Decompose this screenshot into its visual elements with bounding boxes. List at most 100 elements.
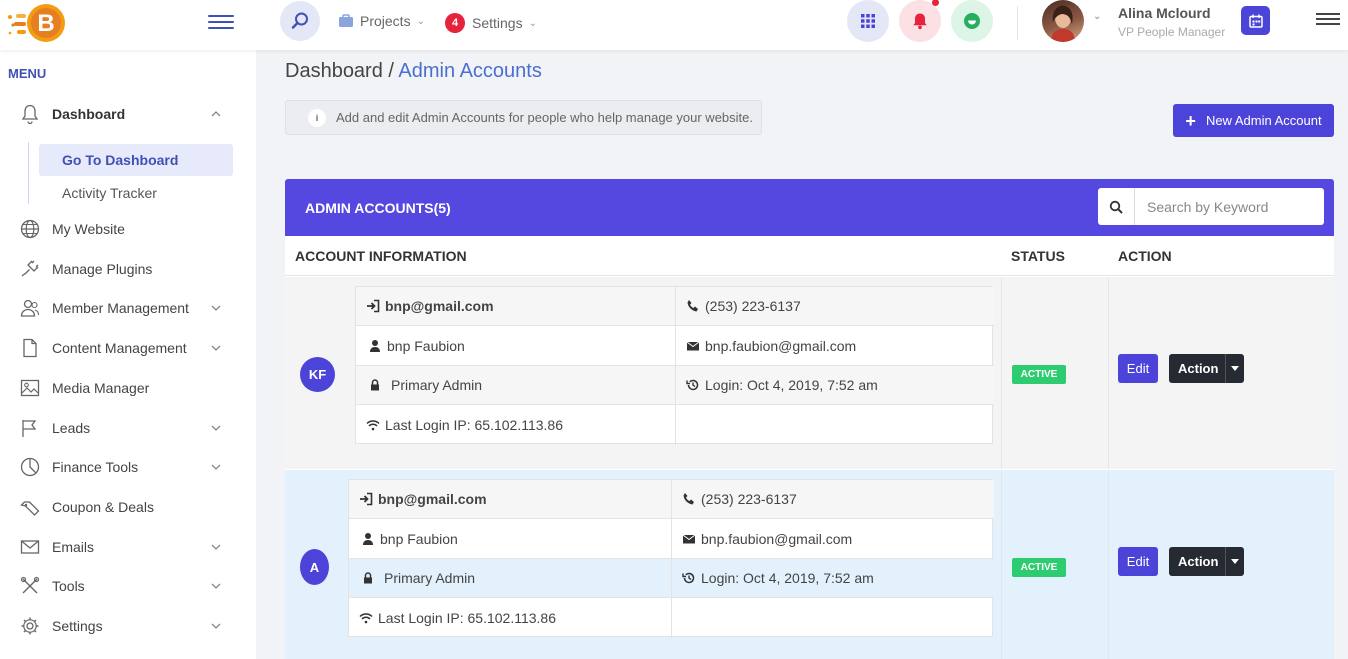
sign-in-icon [367, 299, 380, 313]
info-icon: i [308, 108, 326, 127]
user-menu-chevron-icon[interactable]: ⌄ [1093, 11, 1101, 22]
sidebar-item-my-website[interactable]: My Website [0, 211, 256, 247]
search-box [1098, 188, 1324, 225]
tag-icon [20, 501, 40, 516]
username-cell: bnp@gmail.com [356, 287, 675, 326]
bell-icon [21, 104, 39, 124]
sidebar-item-dashboard[interactable]: Dashboard [0, 96, 256, 132]
search-button[interactable] [280, 1, 320, 41]
sidebar-toggle-button[interactable] [208, 11, 234, 31]
search-icon [291, 12, 308, 29]
role-cell: Primary Admin [356, 366, 675, 405]
sidebar-item-content-management[interactable]: Content Management [0, 330, 256, 366]
phone-cell: (253) 223-6137 [672, 480, 994, 519]
mail-icon [20, 540, 40, 554]
chevron-up-icon [211, 111, 221, 117]
nav-projects[interactable]: Projects ⌄ [338, 13, 425, 29]
caret-down-icon[interactable] [1225, 547, 1244, 576]
wifi-icon [366, 419, 380, 430]
notifications-button[interactable] [899, 0, 941, 42]
ip-cell: Last Login IP: 65.102.113.86 [356, 405, 675, 444]
tools-icon [20, 576, 40, 594]
apps-button[interactable] [847, 0, 889, 42]
role-cell: Primary Admin [349, 559, 671, 598]
top-bar: B Projects ⌄ 4 Settings ⌄ ⌄ Alina Mclour… [0, 0, 1348, 50]
user-name[interactable]: Alina Mclourd [1118, 5, 1211, 21]
flag-icon [22, 420, 37, 437]
smile-icon [964, 13, 980, 29]
breadcrumb-root[interactable]: Dashboard [285, 60, 383, 82]
username-cell: bnp@gmail.com [349, 480, 671, 519]
email-cell: bnp.faubion@gmail.com [672, 520, 994, 559]
sidebar-item-leads[interactable]: Leads [0, 410, 256, 446]
chevron-down-icon: ⌄ [416, 15, 425, 27]
status-badge: ACTIVE [1012, 558, 1066, 577]
sidebar: MENU Dashboard Go To Dashboard Activity … [0, 50, 256, 659]
email-cell: bnp.faubion@gmail.com [676, 327, 994, 366]
column-header-account-information: ACCOUNT INFORMATION [295, 248, 467, 264]
breadcrumb-current: Admin Accounts [398, 60, 542, 82]
phone-icon [683, 493, 694, 505]
sidebar-item-settings[interactable]: Settings [0, 608, 256, 644]
user-icon [363, 533, 373, 545]
users-icon [20, 299, 40, 317]
last-login-cell: Login: Oct 4, 2019, 7:52 am [676, 366, 994, 405]
user-role: VP People Manager [1118, 25, 1226, 39]
brand-logo[interactable]: B [8, 2, 70, 44]
sidebar-item-tools[interactable]: Tools [0, 568, 256, 604]
table-header: ACCOUNT INFORMATION STATUS ACTION [285, 236, 1334, 276]
notification-dot [932, 0, 939, 6]
bell-icon [913, 13, 927, 30]
info-text: Add and edit Admin Accounts for people w… [336, 110, 753, 125]
edit-button[interactable]: Edit [1118, 547, 1158, 576]
briefcase-icon [339, 14, 353, 27]
menu-title: MENU [8, 66, 47, 81]
envelope-icon [682, 534, 696, 544]
name-cell: bnp Faubion [356, 327, 675, 366]
user-icon [370, 340, 380, 352]
sign-in-icon [360, 492, 373, 506]
sidebar-item-emails[interactable]: Emails [0, 529, 256, 565]
chevron-down-icon: ⌄ [528, 17, 537, 29]
sidebar-item-manage-plugins[interactable]: Manage Plugins [0, 251, 256, 287]
status-badge: ACTIVE [1012, 365, 1066, 384]
envelope-icon [686, 341, 700, 351]
sidebar-item-media-manager[interactable]: Media Manager [0, 370, 256, 406]
svg-text:B: B [37, 10, 54, 37]
calendar-button[interactable] [1241, 6, 1270, 35]
divider [1017, 6, 1018, 40]
lock-icon [371, 379, 379, 391]
user-initials-avatar: KF [300, 357, 335, 392]
caret-down-icon[interactable] [1225, 354, 1244, 383]
nav-settings[interactable]: 4 Settings ⌄ [445, 13, 537, 33]
globe-icon [20, 219, 40, 239]
account-info-block: bnp@gmail.com (253) 223-6137 bnp Faubion… [348, 479, 994, 638]
search-input[interactable] [1135, 198, 1320, 215]
card-header: ADMIN ACCOUNTS(5) [285, 179, 1334, 236]
chevron-down-icon [211, 623, 221, 629]
ip-cell: Last Login IP: 65.102.113.86 [349, 598, 671, 637]
sidebar-item-member-management[interactable]: Member Management [0, 290, 256, 326]
plus-icon: + [1185, 110, 1196, 131]
column-header-status: STATUS [1011, 248, 1065, 264]
edit-button[interactable]: Edit [1118, 354, 1158, 383]
calendar-icon [1248, 14, 1263, 28]
chevron-down-icon [211, 544, 221, 550]
sidebar-subitem-activity-tracker[interactable]: Activity Tracker [39, 177, 233, 209]
sidebar-subitem-go-to-dashboard[interactable]: Go To Dashboard [39, 144, 233, 176]
new-admin-account-button[interactable]: + New Admin Account [1173, 104, 1334, 137]
account-info-block: bnp@gmail.com (253) 223-6137 bnp Faubion… [355, 286, 994, 445]
info-banner: i Add and edit Admin Accounts for people… [285, 100, 762, 135]
sidebar-item-coupon-deals[interactable]: Coupon & Deals [0, 489, 256, 525]
status-button[interactable] [951, 0, 993, 42]
column-header-action: ACTION [1118, 248, 1172, 264]
phone-cell: (253) 223-6137 [676, 287, 994, 326]
avatar[interactable] [1042, 0, 1084, 42]
action-button[interactable]: Action [1169, 547, 1244, 576]
submenu-guide-line [28, 142, 29, 204]
history-icon [682, 572, 695, 584]
options-menu-button[interactable] [1316, 10, 1340, 28]
search-icon[interactable] [1098, 188, 1135, 225]
sidebar-item-finance-tools[interactable]: Finance Tools [0, 449, 256, 485]
action-button[interactable]: Action [1169, 354, 1244, 383]
